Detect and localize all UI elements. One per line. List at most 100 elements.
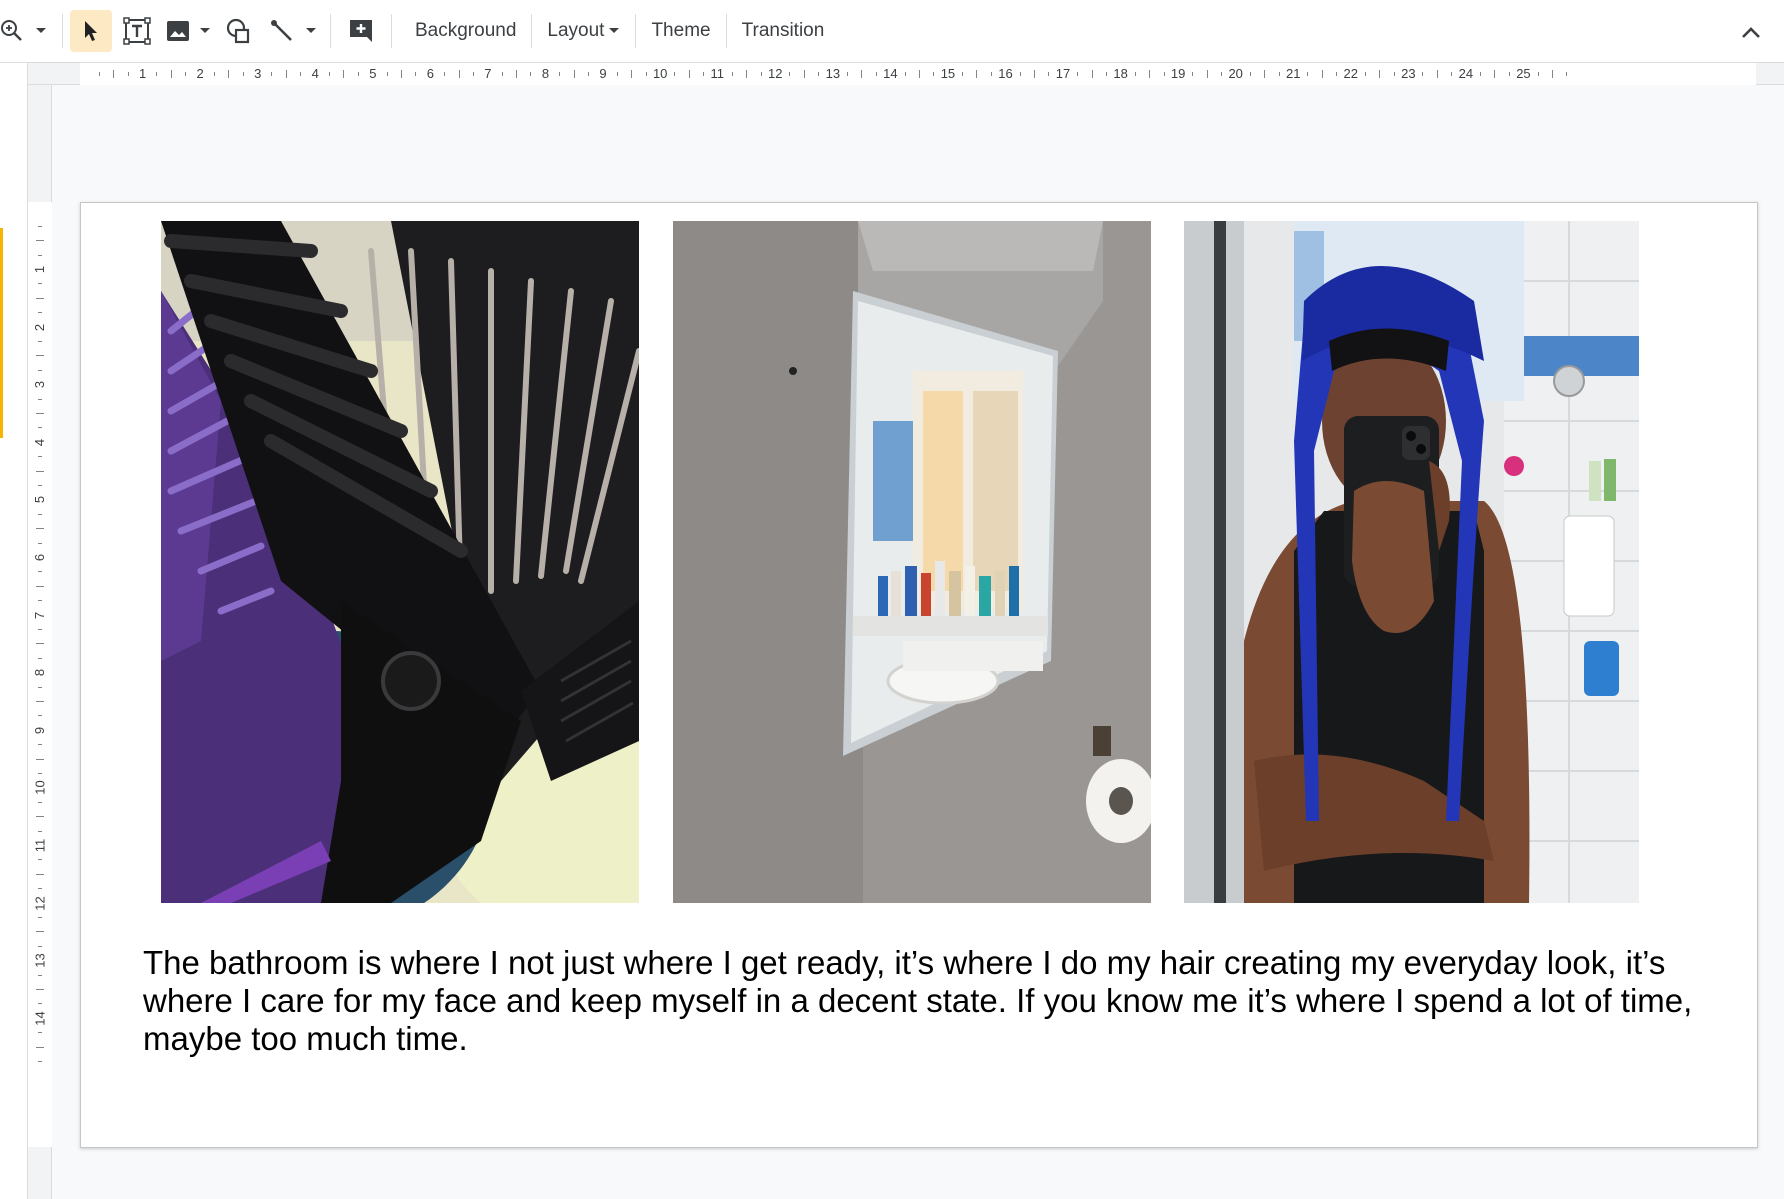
text-box-button[interactable] [116,10,158,52]
ruler-tick [285,70,287,78]
ruler-tick [688,70,690,78]
ruler-tick [1264,70,1266,78]
ruler-number: 18 [1113,66,1128,81]
image-menu-chevron-down-icon[interactable] [196,10,214,52]
background-button[interactable]: Background [402,10,529,52]
ruler-tick [846,72,848,76]
ruler-number: 14 [32,1011,48,1026]
ruler-tick [1422,72,1424,76]
ruler-number: 17 [1055,66,1071,81]
ruler-tick [38,456,42,458]
ruler-tick [36,1046,44,1048]
horizontal-ruler[interactable]: 1 2 3 4 5 6 7 8 9 10 11 12 13 14 15 16 17 18 19 20 21 22 23 24 2… [28,63,1784,85]
vertical-ruler[interactable]: 1 2 3 4 5 6 7 8 9 10 11 12 13 14 [28,85,52,1199]
ruler-tick [1551,70,1553,78]
ruler-tick [156,72,158,76]
zoom-icon[interactable] [0,10,26,52]
ruler-tick [631,70,633,78]
ruler-tick [343,70,345,78]
ruler-tick [516,70,518,78]
ruler-tick [36,297,44,299]
ruler-tick [760,72,762,76]
ruler-tick [1336,72,1338,76]
ruler-tick [357,72,359,76]
ruler-tick [38,888,42,890]
ruler-number: 4 [311,66,319,81]
filmstrip-panel[interactable] [0,63,28,1199]
ruler-tick [38,657,42,659]
ruler-tick [990,72,992,76]
select-tool-button[interactable] [70,10,112,52]
ruler-tick [1048,72,1050,76]
ruler-number: 19 [1170,66,1186,81]
ruler-tick [904,72,906,76]
line-button[interactable] [262,10,302,52]
ruler-tick [1566,72,1568,76]
ruler-tick [1034,70,1036,78]
ruler-tick [38,629,42,630]
ruler-number: 13 [825,66,841,81]
ruler-tick [38,542,42,544]
ruler-tick [36,701,44,702]
ruler-number: 25 [1516,66,1531,81]
ruler-tick [1163,72,1165,76]
photo-mirror-selfie[interactable] [1184,221,1639,903]
ruler-tick [386,72,388,76]
transition-button[interactable]: Transition [729,10,838,52]
ruler-tick [36,470,44,472]
ruler-tick [36,758,44,760]
ruler-number: 11 [32,838,48,853]
zoom-menu-chevron-down-icon[interactable] [32,10,50,52]
ruler-number: 15 [940,66,956,81]
ruler-tick [1307,72,1309,76]
slide-canvas[interactable]: The bathroom is where I not just where I… [80,202,1758,1148]
new-comment-button[interactable] [341,10,381,52]
ruler-tick [616,72,618,76]
photo-combs[interactable] [161,221,639,903]
ruler-tick [501,72,503,76]
ruler-tick [976,70,978,78]
ruler-tick [36,989,44,990]
ruler-tick [789,72,791,76]
ruler-number: 7 [32,611,48,619]
ruler-number: 24 [1458,66,1474,81]
ruler-tick [818,72,820,76]
ruler-number: 14 [883,66,898,81]
ruler-number: 9 [599,66,607,81]
chevron-down-icon [609,28,620,33]
ruler-number: 2 [32,323,48,331]
ruler-tick [36,873,44,875]
photo-bathroom-mirror[interactable] [673,221,1151,903]
ruler-tick [38,801,42,803]
toolbar-divider [391,14,392,48]
ruler-tick [1091,70,1093,78]
shape-button[interactable] [218,10,258,52]
mirror-image [673,221,1151,903]
hide-menus-button[interactable] [1730,11,1772,53]
ruler-tick [36,355,44,357]
insert-image-button[interactable] [160,10,196,52]
image-icon [167,21,189,41]
ruler-tick [38,254,42,256]
ruler-tick [271,72,273,76]
ruler-tick [38,715,42,717]
line-menu-chevron-down-icon[interactable] [302,10,320,52]
ruler-tick [38,283,42,285]
ruler-tick [645,72,647,76]
ruler-tick [36,816,44,818]
slide-caption[interactable]: The bathroom is where I not just where I… [143,944,1703,1058]
slides-editor: Background Layout Theme Transition 12345… [0,0,1784,1199]
ruler-tick [38,974,42,976]
combs-image [161,221,639,903]
ruler-number: 1 [139,66,147,81]
layout-button[interactable]: Layout [534,10,633,52]
ruler-tick [38,427,42,429]
ruler-tick [415,72,417,76]
ruler-number: 11 [710,66,725,81]
toolbar-divider [62,14,63,48]
ruler-number: 9 [32,726,48,734]
ruler-number: 16 [998,66,1013,81]
ruler-tick [36,240,44,242]
theme-button[interactable]: Theme [638,10,723,52]
ruler-number: 21 [1286,66,1301,81]
